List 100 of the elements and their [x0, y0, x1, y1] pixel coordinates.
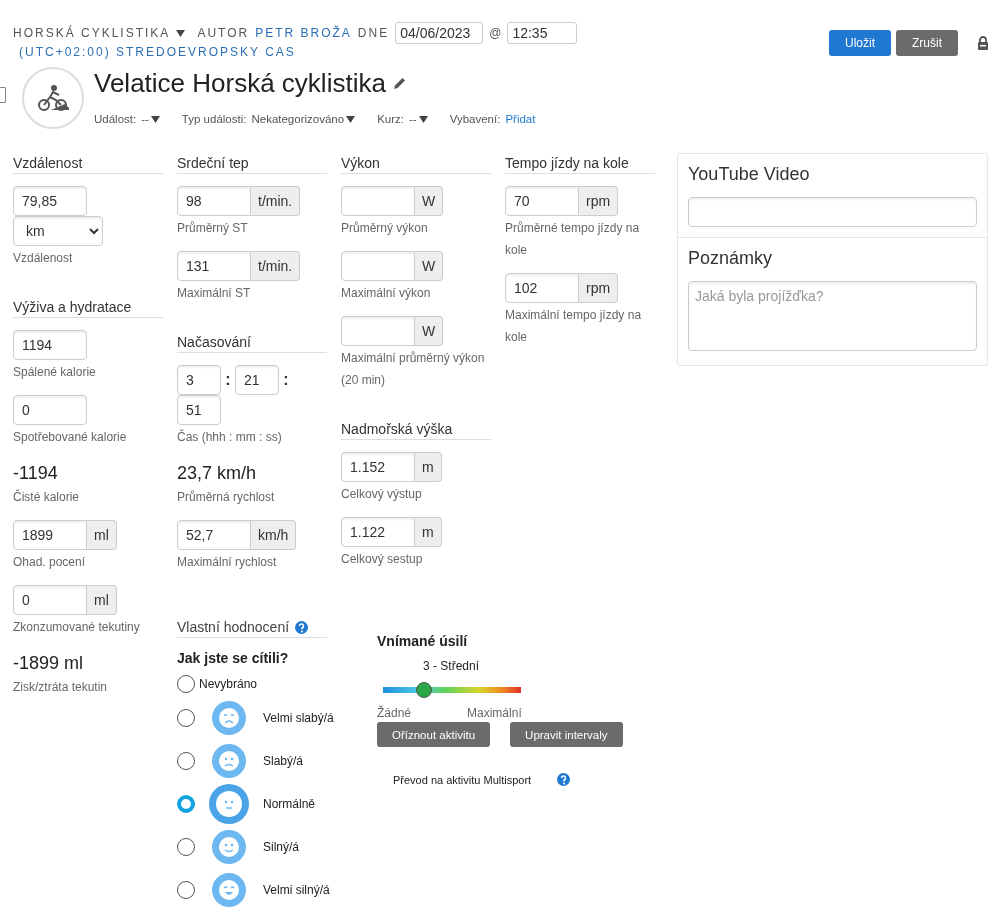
effort-heading: Vnímané úsilí	[377, 633, 469, 649]
pencil-icon[interactable]	[393, 77, 406, 89]
timezone[interactable]: (UTC+02:00) STREDOEVROPSKY CAS	[19, 45, 578, 59]
scale-label: Maximální	[467, 706, 522, 720]
number-field[interactable]: 1.152	[341, 452, 415, 482]
meta-value[interactable]: Nekategorizováno	[251, 113, 345, 125]
field-label: Spotřebované kalorie	[13, 429, 128, 446]
section-heading: Načasování	[177, 334, 327, 353]
number-field[interactable]: 70	[505, 186, 579, 216]
minutes-field[interactable]: 21	[235, 365, 279, 395]
number-field[interactable]: 0	[13, 585, 87, 615]
number-field[interactable]: 79,85	[13, 186, 87, 216]
time-separator: :	[224, 371, 232, 389]
unit-label: W	[415, 251, 444, 281]
save-button[interactable]: Uložit	[829, 30, 891, 56]
meta-label: Kurz:	[377, 113, 404, 125]
option-label[interactable]: Nevybráno	[199, 677, 258, 691]
number-field[interactable]	[341, 186, 415, 216]
number-field[interactable]: 0	[13, 395, 87, 425]
field-label: Průměrný výkon	[341, 220, 429, 237]
author-prefix: AUTOR	[197, 26, 250, 40]
date-prefix: DNE	[357, 26, 390, 40]
option-label[interactable]: Normálně	[263, 796, 316, 811]
field-label: Čisté kalorie	[13, 488, 81, 506]
stat-value: -1194	[13, 462, 59, 485]
add-link[interactable]: Přidat	[505, 113, 536, 125]
unit-label: t/min.	[251, 186, 301, 216]
caret-icon[interactable]	[418, 115, 428, 123]
meta-value[interactable]: --	[141, 113, 149, 125]
unit-label: W	[415, 316, 444, 346]
at-sign: @	[489, 26, 502, 40]
stat-value: 23,7 km/h	[177, 462, 258, 485]
section-heading: Tempo jízdy na kole	[505, 155, 655, 174]
seconds-field[interactable]: 51	[177, 395, 221, 425]
unit-label: m	[415, 452, 442, 482]
field-label: Čas (hhh : mm : ss)	[177, 428, 283, 446]
unit-dropdown[interactable]: km	[13, 216, 103, 246]
number-field[interactable]: 52,7	[177, 520, 251, 550]
caret-icon[interactable]	[346, 115, 356, 123]
field-label: Ohad. pocení	[13, 554, 87, 571]
sport-type[interactable]: HORSKÁ CYKLISTIKA	[13, 26, 171, 40]
field-label: Zkonzumované tekutiny	[13, 619, 141, 636]
field-label: Maximální rychlost	[177, 554, 278, 571]
video-url-field[interactable]	[688, 197, 977, 227]
unit-label: ml	[87, 585, 117, 615]
section-heading: Vlastní hodnocení	[177, 619, 290, 635]
stat-value: -1899 ml	[13, 652, 85, 675]
option-label[interactable]: Velmi slabý/á	[263, 710, 334, 725]
field-label: Maximální tempo jízdy na kole	[505, 307, 643, 346]
option-label[interactable]: Velmi silný/á	[263, 882, 330, 897]
field-label: Celkový sestup	[341, 551, 424, 568]
number-field[interactable]: 1194	[13, 330, 87, 360]
number-field[interactable]	[341, 316, 415, 346]
option-label[interactable]: Slabý/á	[263, 753, 304, 768]
meta-label: Událost:	[94, 113, 137, 125]
multisport-link[interactable]: Převod na aktivitu Multisport	[393, 773, 532, 786]
unit-label: km/h	[251, 520, 297, 550]
unit-label: ml	[87, 520, 117, 550]
field-label: Maximální výkon	[341, 285, 432, 302]
number-field[interactable]	[341, 251, 415, 281]
time-field[interactable]: 12:35	[507, 22, 578, 44]
number-field[interactable]: 1.122	[341, 517, 415, 547]
unit-label: rpm	[579, 186, 619, 216]
number-field[interactable]: 131	[177, 251, 251, 281]
notes-field[interactable]: Jaká byla projížďka?	[688, 281, 977, 351]
unit-label: m	[415, 517, 442, 547]
section-heading: Srdeční tep	[177, 155, 327, 174]
hours-field[interactable]: 3	[177, 365, 221, 395]
field-label: Průměrný ST	[177, 220, 249, 237]
time-separator: :	[282, 371, 290, 389]
scale-label: Žádné	[377, 706, 412, 720]
author-name[interactable]: PETR BROŽA	[255, 26, 352, 40]
section-heading: Výživa a hydratace	[13, 299, 163, 318]
caret-icon[interactable]	[150, 115, 160, 123]
caret-icon[interactable]	[176, 29, 186, 37]
unit-label: W	[415, 186, 444, 216]
panel-heading: YouTube Video	[688, 164, 811, 185]
cancel-button[interactable]: Zrušit	[896, 30, 958, 56]
effort-reading: 3 - Střední	[423, 659, 481, 673]
cyclist-icon	[37, 84, 69, 112]
section-heading: Nadmořská výška	[341, 421, 491, 440]
field-label: Průměrné tempo jízdy na kole	[505, 220, 641, 259]
meta-label: Typ události:	[181, 113, 247, 125]
section-heading: Vzdálenost	[13, 155, 163, 174]
meta-value[interactable]: --	[409, 113, 417, 125]
lock-icon[interactable]	[977, 36, 989, 50]
section-heading: Výkon	[341, 155, 491, 174]
option-label[interactable]: Silný/á	[263, 839, 300, 854]
number-field[interactable]: 1899	[13, 520, 87, 550]
field-label: Maximální průměrný výkon (20 min)	[341, 350, 486, 389]
field-label: Zisk/ztráta tekutin	[13, 679, 109, 696]
field-label: Spálené kalorie	[13, 364, 97, 381]
question-text: Jak jste se cítili?	[177, 650, 290, 666]
panel-heading: Poznámky	[688, 248, 774, 269]
field-label: Průměrná rychlost	[177, 489, 276, 506]
activity-title: Velatice Horská cyklistika	[94, 67, 386, 99]
number-field[interactable]: 98	[177, 186, 251, 216]
field-label: Vzdálenost	[13, 250, 74, 267]
date-field[interactable]: 04/06/2023	[395, 22, 484, 44]
number-field[interactable]: 102	[505, 273, 579, 303]
